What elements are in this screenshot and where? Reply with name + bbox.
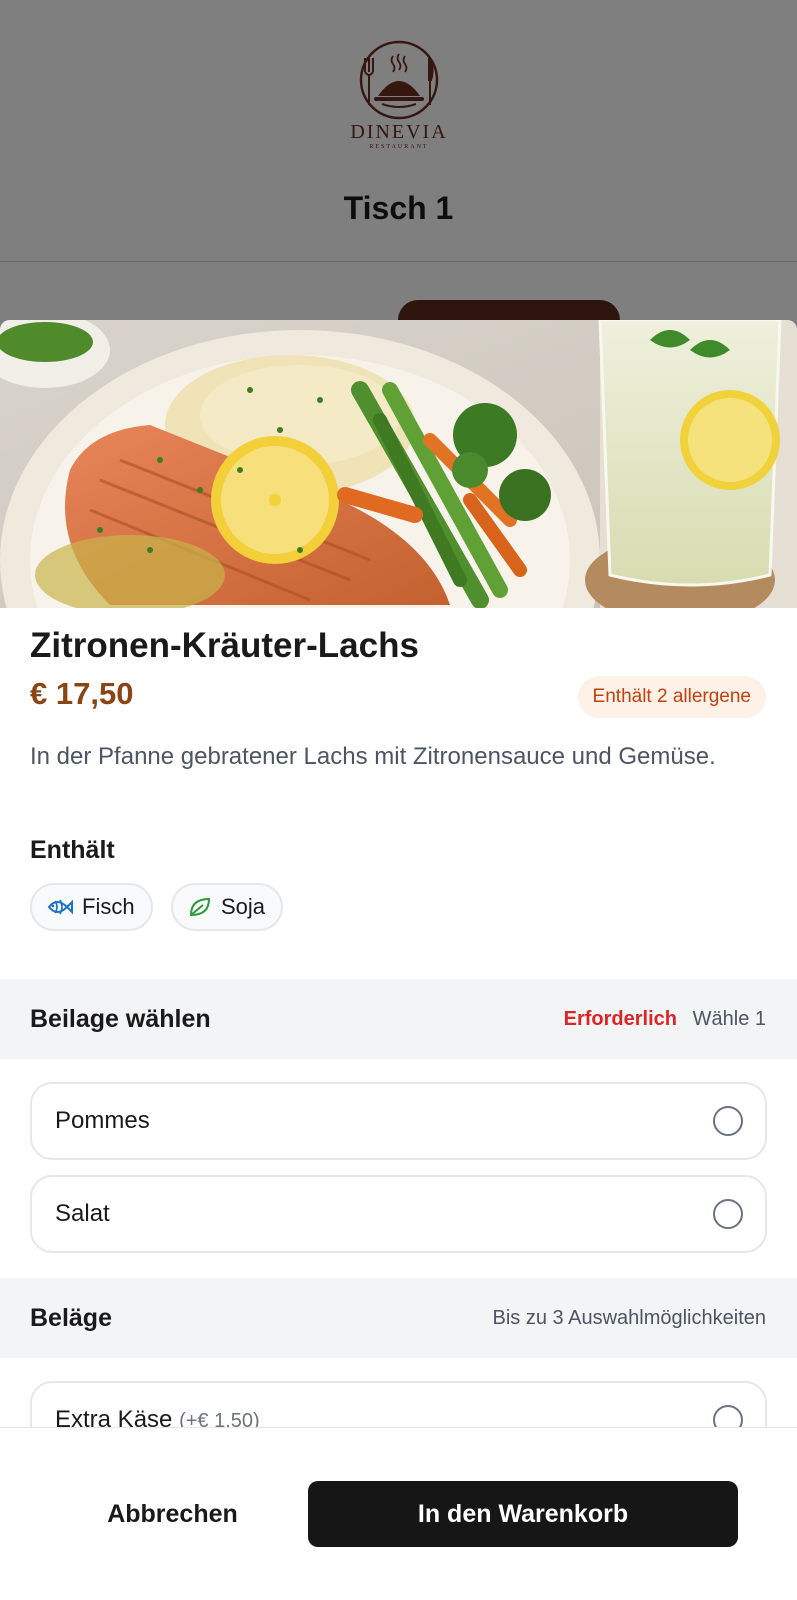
cancel-button[interactable]: Abbrechen [60,1481,285,1547]
fish-icon [47,899,73,915]
option-pommes[interactable]: Pommes [30,1082,767,1160]
section-header-toppings: Beläge Bis zu 3 Auswahlmöglichkeiten [0,1278,797,1358]
allergen-chip-label: Soja [221,894,266,919]
contains-label: Enthält [30,836,115,864]
allergen-chip-label: Fisch [82,894,135,919]
dish-description: In der Pfanne gebratener Lachs mit Zitro… [30,743,716,770]
dish-price: € 17,50 [30,676,134,711]
dish-detail-modal: Zitronen-Kräuter-Lachs € 17,50 Enthält 2… [0,320,797,1600]
option-label: Salat [55,1200,110,1227]
allergen-count-badge: Enthält 2 allergene [577,676,766,718]
allergen-chip-fish: Fisch [30,883,153,931]
section-header-side: Beilage wählen Erforderlich Wähle 1 [0,979,797,1059]
modal-footer: Abbrechen In den Warenkorb [0,1427,797,1600]
add-to-cart-button[interactable]: In den Warenkorb [308,1481,738,1547]
option-salat[interactable]: Salat [30,1175,767,1253]
selection-hint: Wähle 1 [692,1008,766,1030]
radio-button[interactable] [713,1106,743,1136]
required-label: Erforderlich [563,1008,677,1030]
leaf-icon [189,897,211,917]
dish-image [0,320,797,608]
option-label: Pommes [55,1107,150,1134]
selection-hint: Bis zu 3 Auswahlmöglichkeiten [492,1307,766,1329]
section-title: Beläge [30,1304,112,1332]
radio-button[interactable] [713,1199,743,1229]
section-title: Beilage wählen [30,1005,211,1033]
dish-name: Zitronen-Kräuter-Lachs [30,626,419,665]
allergen-chip-soy: Soja [171,883,284,931]
